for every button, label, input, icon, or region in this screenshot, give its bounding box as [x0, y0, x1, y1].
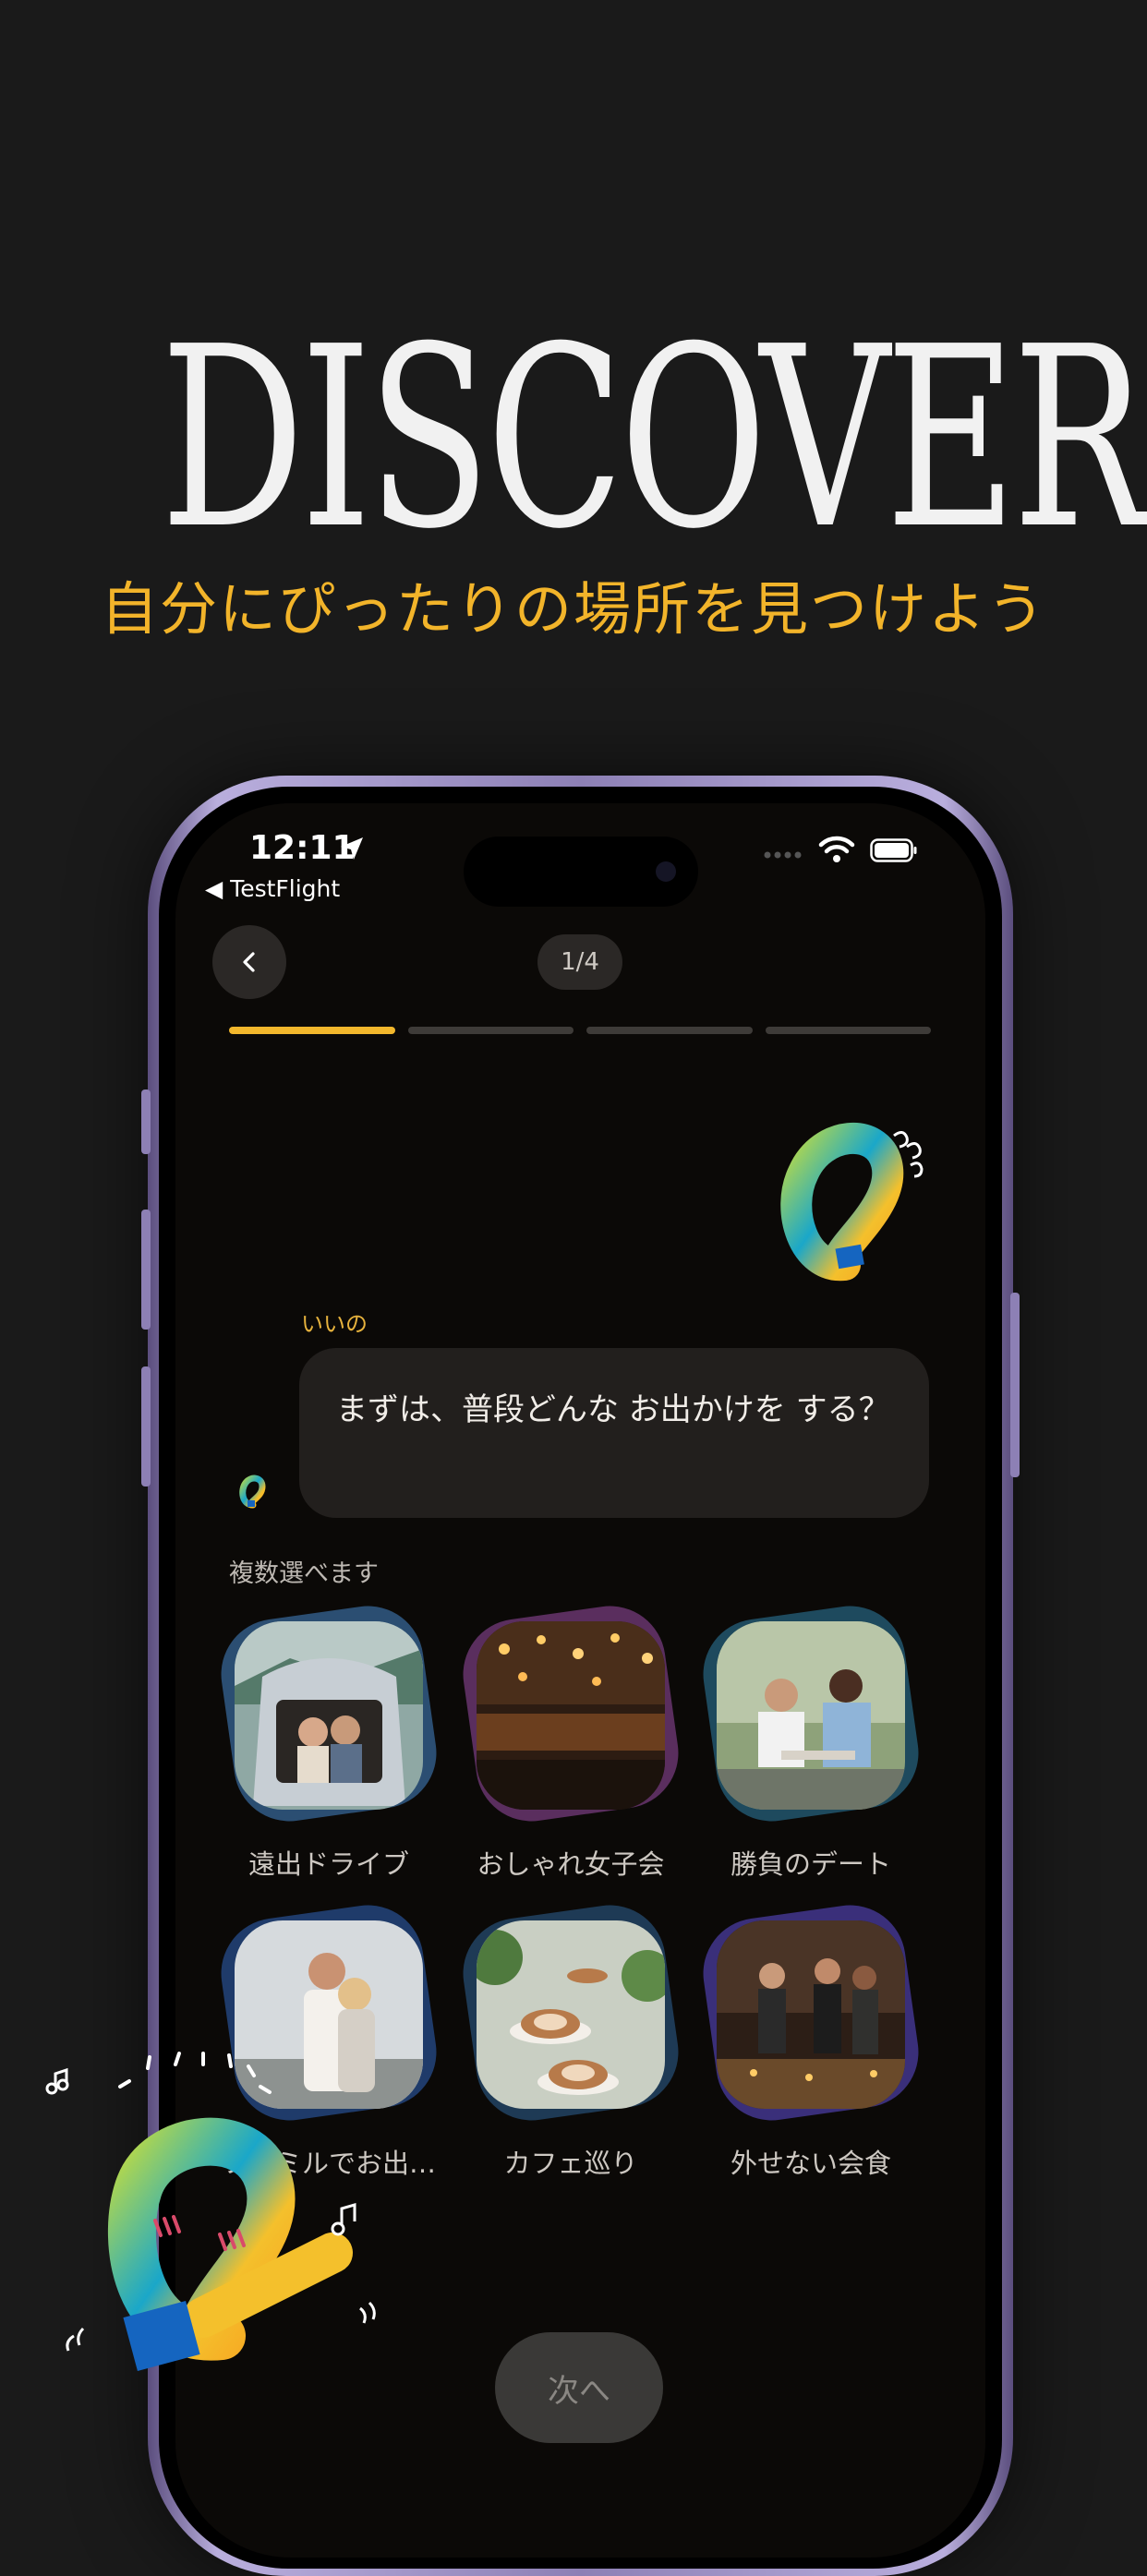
option-label: 外せない会食 — [730, 2148, 891, 2179]
side-button-volume-up — [141, 1210, 151, 1330]
front-camera — [656, 861, 676, 882]
location-arrow-icon — [341, 837, 363, 860]
wifi-icon — [818, 836, 855, 862]
side-button-silent — [141, 1089, 151, 1154]
side-button-volume-down — [141, 1366, 151, 1487]
option-label: 遠出ドライブ — [248, 1848, 409, 1880]
progress-segment — [765, 1027, 931, 1034]
mascot-avatar-icon — [239, 1475, 266, 1509]
hero-subtitle: 自分にぴったりの場所を見つけよう — [100, 575, 1046, 643]
mascot-thinking-icon — [780, 1122, 924, 1282]
battery-icon — [870, 838, 917, 862]
multi-select-hint: 複数選べます — [229, 1559, 379, 1588]
option-label: カフェ巡り — [503, 2148, 638, 2179]
step-indicator: 1/4 — [537, 934, 622, 990]
back-to-testflight-link[interactable]: ◀ TestFlight — [205, 875, 340, 902]
dynamic-island — [464, 837, 698, 907]
progress-segment — [586, 1027, 753, 1034]
cellular-signal-icon — [764, 851, 802, 859]
chevron-left-icon — [243, 952, 255, 972]
option-card[interactable]: 遠出ドライブ — [209, 1598, 449, 1887]
option-card[interactable]: おしゃれ女子会 — [451, 1598, 691, 1887]
option-card[interactable]: 勝負のデート — [691, 1598, 931, 1887]
option-photo-dinner — [717, 1920, 905, 2109]
option-photo-bar — [477, 1621, 665, 1810]
side-button-power — [1010, 1293, 1020, 1477]
progress-segment — [407, 1027, 574, 1034]
option-photo-date — [717, 1621, 905, 1810]
progress-segment — [229, 1027, 395, 1034]
back-button[interactable] — [212, 925, 286, 999]
option-photo-drive — [235, 1621, 423, 1810]
speaker-name: いいの — [301, 1311, 368, 1337]
chat-bubble: まずは、普段どんな お出かけを する？ — [299, 1348, 929, 1518]
progress-bar — [229, 1027, 931, 1034]
option-label: 勝負のデート — [730, 1848, 891, 1880]
chat-message: まずは、普段どんな お出かけを する？ — [336, 1391, 890, 1428]
option-label: おしゃれ女子会 — [477, 1848, 665, 1880]
mascot-dancing-icon — [45, 2052, 376, 2372]
option-card[interactable]: 外せない会食 — [691, 1897, 931, 2186]
next-button[interactable]: 次へ — [495, 2332, 663, 2443]
hero-title: DISCOVER — [160, 293, 1147, 584]
option-photo-cafe — [477, 1920, 665, 2109]
option-card[interactable]: カフェ巡り — [451, 1897, 691, 2186]
